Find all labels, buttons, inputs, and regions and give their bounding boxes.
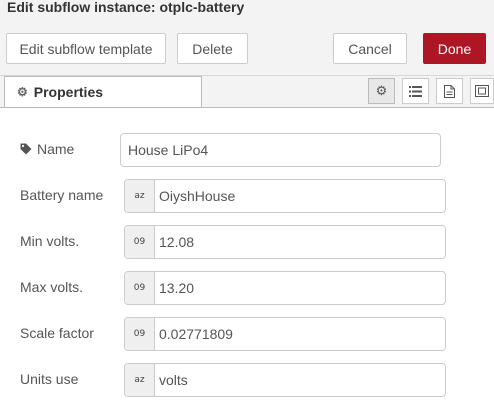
name-label-text: Name <box>37 141 75 157</box>
frame-icon <box>475 85 489 97</box>
cancel-button[interactable]: Cancel <box>333 33 407 64</box>
scale-factor-input[interactable]: 09 0.02771809 <box>124 317 446 351</box>
dialog-title: Edit subflow instance: otplc-battery <box>7 0 245 15</box>
tab-settings[interactable]: ⚙ <box>368 78 395 104</box>
done-button[interactable]: Done <box>423 33 486 64</box>
field-label: Scale factor <box>20 325 94 341</box>
min-volts-value: 12.08 <box>159 234 195 250</box>
field-label: Battery name <box>20 187 104 203</box>
name-row: Name House LiPo4 <box>0 133 494 167</box>
battery-name-input[interactable]: az OiyshHouse <box>124 179 446 213</box>
units-use-value: volts <box>159 372 188 388</box>
dialog-titlebar: Edit subflow instance: otplc-battery <box>0 0 494 20</box>
field-row: Units use az volts <box>0 363 494 397</box>
string-type-icon[interactable]: az <box>125 180 155 212</box>
field-row: Max volts. 09 13.20 <box>0 271 494 305</box>
tab-appearance[interactable] <box>470 78 494 104</box>
tab-description[interactable] <box>402 78 429 104</box>
field-row: Min volts. 09 12.08 <box>0 225 494 259</box>
tab-properties-label: Properties <box>33 84 104 100</box>
number-type-icon[interactable]: 09 <box>125 226 155 258</box>
name-label: Name <box>20 141 74 157</box>
number-type-icon[interactable]: 09 <box>125 318 155 350</box>
field-row: Battery name az OiyshHouse <box>0 179 494 213</box>
edit-subflow-template-button[interactable]: Edit subflow template <box>6 33 166 64</box>
gear-icon: ⚙ <box>17 85 28 99</box>
max-volts-input[interactable]: 09 13.20 <box>124 271 446 305</box>
document-icon <box>444 84 455 98</box>
max-volts-value: 13.20 <box>159 280 195 296</box>
tab-info[interactable] <box>436 78 463 104</box>
list-icon <box>409 85 422 97</box>
battery-name-value: OiyshHouse <box>159 188 236 204</box>
number-type-icon[interactable]: 09 <box>125 272 155 304</box>
dialog-toolbar: Edit subflow template Delete Cancel Done <box>0 20 494 76</box>
tag-icon <box>20 143 32 155</box>
field-row: Scale factor 09 0.02771809 <box>0 317 494 351</box>
field-label: Max volts. <box>20 279 84 295</box>
gear-icon: ⚙ <box>375 83 388 98</box>
scale-factor-value: 0.02771809 <box>159 326 233 342</box>
delete-button[interactable]: Delete <box>177 33 248 64</box>
name-input[interactable]: House LiPo4 <box>120 133 441 167</box>
min-volts-input[interactable]: 09 12.08 <box>124 225 446 259</box>
tabs-bar: ⚙ Properties ⚙ <box>0 76 494 108</box>
string-type-icon[interactable]: az <box>125 364 155 396</box>
field-label: Min volts. <box>20 233 80 249</box>
units-use-input[interactable]: az volts <box>124 363 446 397</box>
tab-properties[interactable]: ⚙ Properties <box>4 76 202 107</box>
field-label: Units use <box>20 371 79 387</box>
properties-panel: Name House LiPo4 Battery name az OiyshHo… <box>0 108 494 408</box>
name-input-value: House LiPo4 <box>128 142 209 158</box>
